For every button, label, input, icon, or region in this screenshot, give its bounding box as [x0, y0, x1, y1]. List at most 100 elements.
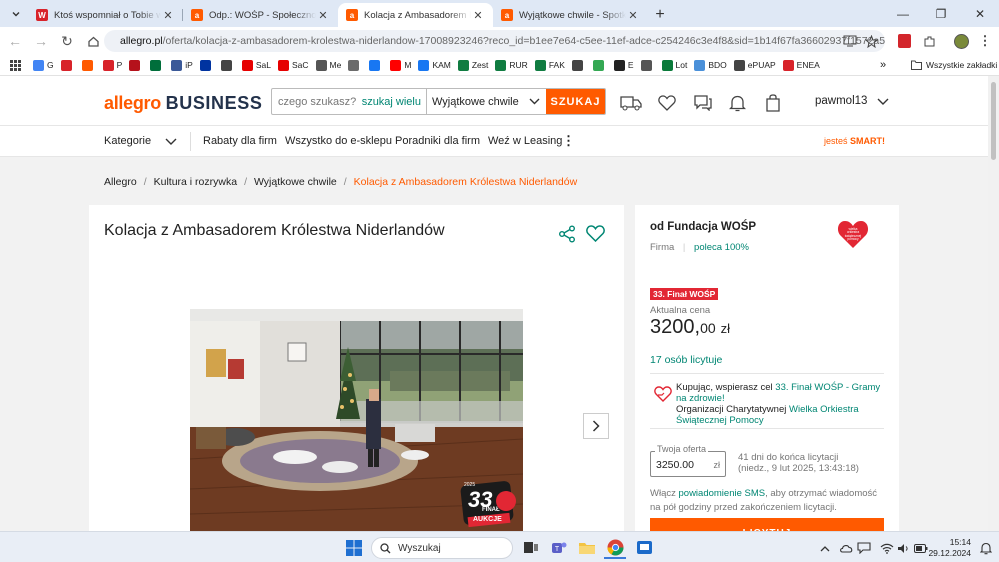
- bookmark-item[interactable]: [60, 59, 75, 71]
- windows-start-icon[interactable]: [343, 537, 365, 559]
- breadcrumb-item[interactable]: Allegro: [104, 176, 137, 188]
- browser-tab-3[interactable]: a Wyjątkowe chwile - Spotkania z gwiazda…: [493, 3, 648, 27]
- browser-tab-2[interactable]: a Kolacja z Ambasadorem Królestwa Niderl…: [338, 3, 493, 27]
- close-icon[interactable]: ✕: [316, 9, 330, 22]
- close-icon[interactable]: ✕: [626, 9, 640, 22]
- allegro-business-logo[interactable]: allegro BUSINESS: [104, 93, 262, 114]
- star-icon[interactable]: [861, 31, 881, 51]
- smart-badge[interactable]: jesteś SMART!: [824, 136, 885, 146]
- menu-item-e-shop[interactable]: Wszystko do e-sklepu: [285, 135, 392, 147]
- sms-notify-link[interactable]: powiadomienie SMS: [679, 488, 766, 499]
- browser-tab-1[interactable]: a Odp.: WOŚP - Społeczność Allegro ✕: [183, 3, 338, 27]
- shopping-bag-icon[interactable]: [762, 93, 784, 113]
- bookmark-item[interactable]: Zest: [457, 59, 488, 71]
- heart-icon[interactable]: [656, 93, 678, 113]
- bookmark-item[interactable]: [571, 59, 586, 71]
- scrollbar-thumb[interactable]: [991, 82, 996, 160]
- home-icon[interactable]: [80, 28, 106, 54]
- close-icon[interactable]: ✕: [161, 9, 175, 22]
- bookmark-item[interactable]: [640, 59, 655, 71]
- bookmark-item[interactable]: [348, 59, 362, 71]
- pdf-extension-icon[interactable]: [894, 31, 914, 51]
- remote-desktop-icon[interactable]: [633, 537, 655, 559]
- bookmark-item[interactable]: [81, 59, 96, 71]
- bookmark-item[interactable]: Lot: [661, 59, 687, 71]
- bookmark-item[interactable]: ePUAP: [733, 59, 776, 71]
- bidders-count-link[interactable]: 17 osób licytuje: [650, 354, 722, 366]
- seller-name[interactable]: od Fundacja WOŚP: [650, 221, 756, 233]
- search-many-link[interactable]: szukaj wielu: [362, 96, 421, 108]
- next-image-button[interactable]: [583, 413, 609, 439]
- taskbar-search[interactable]: Wyszukaj: [371, 537, 513, 559]
- bookmark-item[interactable]: KAM: [418, 59, 451, 71]
- search-input[interactable]: czego szukasz? szukaj wielu: [272, 89, 427, 114]
- delivery-truck-icon[interactable]: [620, 93, 642, 113]
- menu-item-discounts[interactable]: Rabaty dla firm: [203, 135, 277, 147]
- notifications-bell-icon[interactable]: [726, 93, 748, 113]
- bookmark-item[interactable]: G: [33, 59, 54, 71]
- close-icon[interactable]: ✕: [471, 9, 485, 22]
- search-category-select[interactable]: Wyjątkowe chwile: [427, 89, 546, 114]
- messages-icon[interactable]: [692, 93, 714, 113]
- menu-item-categories[interactable]: Kategorie: [104, 135, 151, 147]
- search-button[interactable]: SZUKAJ: [546, 89, 605, 114]
- bookmark-item[interactable]: ENEA: [782, 59, 820, 71]
- bookmark-item[interactable]: iP: [171, 59, 193, 71]
- forward-arrow-icon[interactable]: →: [28, 28, 54, 54]
- minimize-button[interactable]: —: [884, 0, 922, 27]
- menu-item-guides[interactable]: Poradniki dla firm: [395, 135, 480, 147]
- chevron-down-icon[interactable]: [165, 138, 177, 145]
- breadcrumb-item[interactable]: Wyjątkowe chwile: [254, 176, 337, 188]
- product-photo[interactable]: 33 2025 FINAŁ AUKCJE: [190, 309, 523, 535]
- reload-icon[interactable]: ↻: [54, 28, 80, 54]
- bookmark-item[interactable]: [199, 59, 214, 71]
- url-field[interactable]: allegro.pl/oferta/kolacja-z-ambasadorem-…: [104, 30, 885, 52]
- bookmark-item[interactable]: E: [613, 59, 634, 71]
- notification-bell-icon[interactable]: [975, 537, 997, 559]
- maximize-button[interactable]: ❐: [922, 0, 960, 27]
- breadcrumb-item[interactable]: Kultura i rozrywka: [154, 176, 237, 188]
- user-menu[interactable]: pawmol13: [815, 95, 889, 107]
- tab-search-button[interactable]: [4, 3, 28, 25]
- bookmark-item[interactable]: Me: [315, 59, 341, 71]
- back-arrow-icon[interactable]: ←: [2, 28, 28, 54]
- extensions-icon[interactable]: [919, 31, 939, 51]
- bookmark-item[interactable]: FAK: [534, 59, 565, 71]
- task-view-icon[interactable]: [520, 537, 542, 559]
- system-clock[interactable]: 15:14 29.12.2024: [927, 537, 971, 559]
- close-window-button[interactable]: ✕: [961, 0, 999, 27]
- chat-icon[interactable]: [853, 537, 875, 559]
- install-app-icon[interactable]: [840, 31, 860, 51]
- menu-item-leasing[interactable]: Weź w Leasing: [488, 135, 562, 147]
- product-title: Kolacja z Ambasadorem Królestwa Niderlan…: [104, 222, 445, 239]
- bid-amount-input[interactable]: Twoja oferta 3250.00 zł: [650, 444, 726, 477]
- share-icon[interactable]: [558, 225, 576, 243]
- bookmark-item[interactable]: P: [102, 59, 122, 71]
- bookmark-item[interactable]: BDO: [694, 59, 727, 71]
- more-menu-icon[interactable]: ⋮: [975, 31, 995, 51]
- apps-grid-icon[interactable]: [10, 59, 21, 71]
- file-explorer-icon[interactable]: [576, 537, 598, 559]
- bookmark-item[interactable]: [150, 59, 164, 71]
- bookmark-item[interactable]: [220, 59, 235, 71]
- bookmark-item[interactable]: SaL: [241, 59, 271, 71]
- bookmarks-overflow-button[interactable]: »: [880, 59, 886, 71]
- bookmark-item[interactable]: SaC: [277, 59, 309, 71]
- bookmark-item[interactable]: M: [390, 59, 411, 71]
- bookmark-item[interactable]: [592, 59, 607, 71]
- browser-tab-0[interactable]: W Ktoś wspomniał o Tobie w Społeczności …: [28, 3, 183, 27]
- page-scrollbar[interactable]: [988, 76, 999, 531]
- seller-recommend[interactable]: poleca 100%: [694, 242, 749, 253]
- new-tab-button[interactable]: +: [648, 3, 672, 27]
- bookmark-item[interactable]: [369, 59, 383, 71]
- chevron-down-icon: [529, 98, 540, 105]
- bookmark-item[interactable]: RUR: [495, 59, 528, 71]
- more-menu-icon[interactable]: ⋮: [562, 133, 575, 149]
- chrome-icon[interactable]: [604, 537, 626, 559]
- all-bookmarks-button[interactable]: Wszystkie zakładki: [911, 60, 997, 70]
- profile-avatar[interactable]: [951, 31, 971, 51]
- heart-icon[interactable]: [586, 225, 605, 242]
- bookmark-item[interactable]: [129, 59, 143, 71]
- teams-icon[interactable]: T: [548, 537, 570, 559]
- chevron-up-icon[interactable]: [814, 537, 836, 559]
